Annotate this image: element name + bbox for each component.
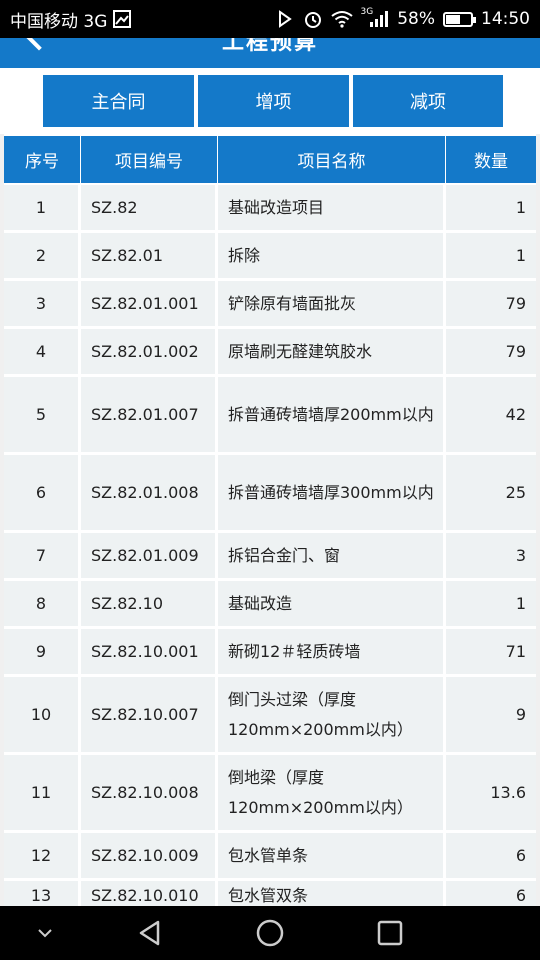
image-icon: [113, 10, 132, 28]
wifi-icon: [330, 10, 353, 28]
column-header-qty: 数量: [474, 152, 508, 172]
page-title: 工程预算: [221, 38, 318, 55]
cell-qty: 1: [515, 197, 526, 217]
cell-code: SZ.82.10.001: [81, 629, 218, 674]
cell-qty: 13.6: [490, 782, 526, 802]
table-row[interactable]: 7 SZ.82.01.009 拆铝合金门、窗 3: [4, 533, 536, 581]
cell-no: 6: [4, 455, 81, 530]
cell-no: 1: [4, 185, 81, 230]
tab-additions[interactable]: 增项: [198, 75, 349, 127]
alarm-icon: [303, 9, 323, 29]
table-row[interactable]: 10 SZ.82.10.007 倒门头过梁（厚度120mm×200mm以内） 9: [4, 677, 536, 755]
cell-code: SZ.82.10.009: [81, 833, 218, 878]
table-row[interactable]: 11 SZ.82.10.008 倒地梁（厚度120mm×200mm以内） 13.…: [4, 755, 536, 833]
cell-qty: 71: [505, 641, 526, 661]
table-row[interactable]: 4 SZ.82.01.002 原墙刷无醛建筑胶水 79: [4, 329, 536, 377]
status-bar: 中国移动 3G 3G 58% 14:50: [0, 0, 540, 38]
table-row[interactable]: 3 SZ.82.01.001 铲除原有墙面批灰 79: [4, 281, 536, 329]
cell-code: SZ.82.01.009: [81, 533, 218, 578]
signal-icon: 3G: [360, 7, 390, 28]
cell-qty: 79: [505, 341, 526, 361]
cell-code: SZ.82.01.002: [81, 329, 218, 374]
table-row[interactable]: 13 SZ.82.10.010 包水管双条 6: [4, 881, 536, 906]
cell-no: 3: [4, 281, 81, 326]
cell-no: 4: [4, 329, 81, 374]
navigation-bar: [0, 906, 540, 960]
cell-no: 5: [4, 377, 81, 452]
cell-qty: 1: [515, 593, 526, 613]
cell-name: 铲除原有墙面批灰: [218, 281, 446, 326]
tab-bar: 主合同 增项 减项: [0, 68, 540, 134]
cell-qty: 1: [515, 245, 526, 265]
cell-qty: 42: [505, 404, 526, 424]
table-row[interactable]: 9 SZ.82.10.001 新砌12＃轻质砖墙 71: [4, 629, 536, 677]
cell-no: 8: [4, 581, 81, 626]
carrier-label: 中国移动 3G: [10, 11, 108, 32]
cell-code: SZ.82.01: [81, 233, 218, 278]
cell-name: 拆普通砖墙墙厚200mm以内: [218, 377, 446, 452]
cell-name: 倒门头过梁（厚度120mm×200mm以内）: [218, 677, 446, 752]
battery-percent: 58%: [397, 9, 435, 29]
cell-code: SZ.82.10.007: [81, 677, 218, 752]
cell-code: SZ.82.01.008: [81, 455, 218, 530]
budget-table: 序号 项目编号 项目名称 数量 1 SZ.82 基础改造项目 1 2 SZ.82…: [4, 134, 536, 906]
app-header: 工程预算: [0, 38, 540, 68]
cell-code: SZ.82.01.007: [81, 377, 218, 452]
cell-no: 9: [4, 629, 81, 674]
cell-code: SZ.82.10: [81, 581, 218, 626]
cell-no: 7: [4, 533, 81, 578]
cell-no: 12: [4, 833, 81, 878]
cell-qty: 3: [515, 545, 526, 565]
cell-code: SZ.82.10.008: [81, 755, 218, 830]
home-circle-icon[interactable]: [240, 906, 300, 960]
cell-no: 2: [4, 233, 81, 278]
column-header-code: 项目编号: [81, 136, 218, 183]
cell-code: SZ.82.10.010: [81, 881, 218, 906]
back-triangle-icon[interactable]: [120, 906, 180, 960]
cell-no: 11: [4, 755, 81, 830]
cell-name: 拆除: [218, 233, 446, 278]
battery-icon: [443, 11, 476, 27]
table-row[interactable]: 2 SZ.82.01 拆除 1: [4, 233, 536, 281]
cell-name: 包水管单条: [218, 833, 446, 878]
table-row[interactable]: 12 SZ.82.10.009 包水管单条 6: [4, 833, 536, 881]
network-type-label: 3G: [360, 7, 374, 17]
cell-name: 包水管双条: [218, 881, 446, 906]
cell-name: 基础改造: [218, 581, 446, 626]
table-body: 1 SZ.82 基础改造项目 1 2 SZ.82.01 拆除 1 3 SZ.82…: [4, 185, 536, 906]
cell-qty: 6: [515, 845, 526, 865]
tab-deductions[interactable]: 减项: [353, 75, 503, 127]
cell-no: 13: [4, 881, 81, 906]
cell-code: SZ.82: [81, 185, 218, 230]
table-row[interactable]: 8 SZ.82.10 基础改造 1: [4, 581, 536, 629]
cell-no: 10: [4, 677, 81, 752]
cell-qty: 79: [505, 293, 526, 313]
cell-name: 原墙刷无醛建筑胶水: [218, 329, 446, 374]
cell-name: 新砌12＃轻质砖墙: [218, 629, 446, 674]
cell-qty: 9: [515, 704, 526, 724]
clock: 14:50: [481, 9, 530, 29]
cell-name: 拆普通砖墙墙厚300mm以内: [218, 455, 446, 530]
cell-name: 倒地梁（厚度120mm×200mm以内）: [218, 755, 446, 830]
table-header: 序号 项目编号 项目名称 数量: [4, 136, 536, 183]
tab-main-contract[interactable]: 主合同: [43, 75, 194, 127]
column-header-no: 序号: [4, 136, 81, 183]
column-header-name: 项目名称: [218, 136, 446, 183]
table-row[interactable]: 5 SZ.82.01.007 拆普通砖墙墙厚200mm以内 42: [4, 377, 536, 455]
recent-square-icon[interactable]: [360, 906, 420, 960]
table-row[interactable]: 6 SZ.82.01.008 拆普通砖墙墙厚300mm以内 25: [4, 455, 536, 533]
cell-code: SZ.82.01.001: [81, 281, 218, 326]
cell-name: 基础改造项目: [218, 185, 446, 230]
nfc-icon: [275, 9, 295, 29]
cell-qty: 6: [515, 886, 526, 905]
cell-name: 拆铝合金门、窗: [218, 533, 446, 578]
table-row[interactable]: 1 SZ.82 基础改造项目 1: [4, 185, 536, 233]
cell-qty: 25: [505, 482, 526, 502]
chevron-down-icon[interactable]: [20, 906, 70, 960]
